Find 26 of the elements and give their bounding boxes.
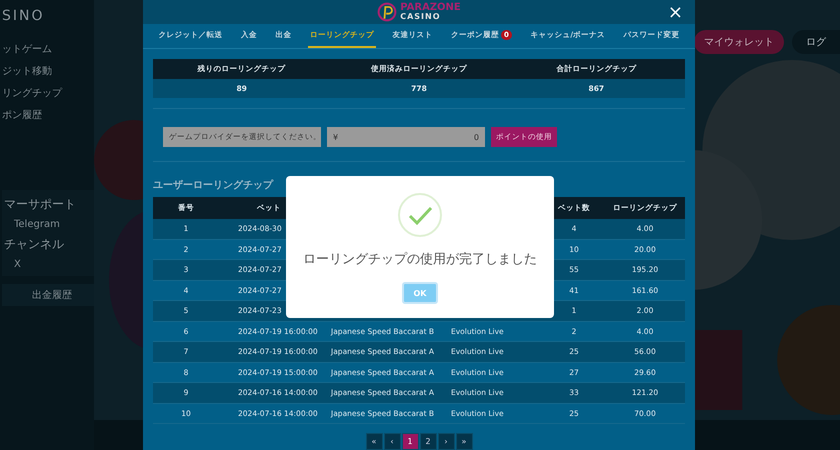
alert-message: ローリングチップの使用が完了しました xyxy=(303,251,537,268)
checkmark-icon xyxy=(397,192,443,238)
sidebar-item[interactable]: ットゲーム xyxy=(2,42,52,56)
channel-title: チャンネル xyxy=(4,236,64,253)
sidebar-item[interactable]: ジット移動 xyxy=(2,64,52,78)
logo-icon xyxy=(377,2,398,22)
page-button[interactable]: 2 xyxy=(420,433,436,450)
support-title: マーサポート xyxy=(4,196,76,213)
wallet-button[interactable]: マイウォレット xyxy=(694,30,784,54)
page-button[interactable]: « xyxy=(366,433,382,450)
login-button[interactable]: ログ xyxy=(792,30,840,54)
sidebar-item[interactable]: リングチップ xyxy=(2,86,62,100)
x-link[interactable]: X xyxy=(14,259,21,270)
close-button[interactable]: × xyxy=(668,3,683,23)
telegram-link[interactable]: Telegram xyxy=(14,219,60,230)
page-button[interactable]: » xyxy=(456,433,472,450)
page-button[interactable]: › xyxy=(438,433,454,450)
logo-subtitle: CASINO xyxy=(400,12,442,21)
page-button[interactable]: ‹ xyxy=(384,433,400,450)
logo-title: PARAZONE xyxy=(400,2,461,13)
page-button[interactable]: 1 xyxy=(402,433,418,450)
amount-field[interactable]: ¥ 0 xyxy=(327,127,485,147)
site-logo-text: SINO xyxy=(2,8,45,24)
withdraw-history-button[interactable]: 出金履歴 xyxy=(2,284,94,306)
sidebar-item[interactable]: ポン履歴 xyxy=(2,108,42,122)
section-title: ユーザーローリングチップ xyxy=(153,178,274,192)
